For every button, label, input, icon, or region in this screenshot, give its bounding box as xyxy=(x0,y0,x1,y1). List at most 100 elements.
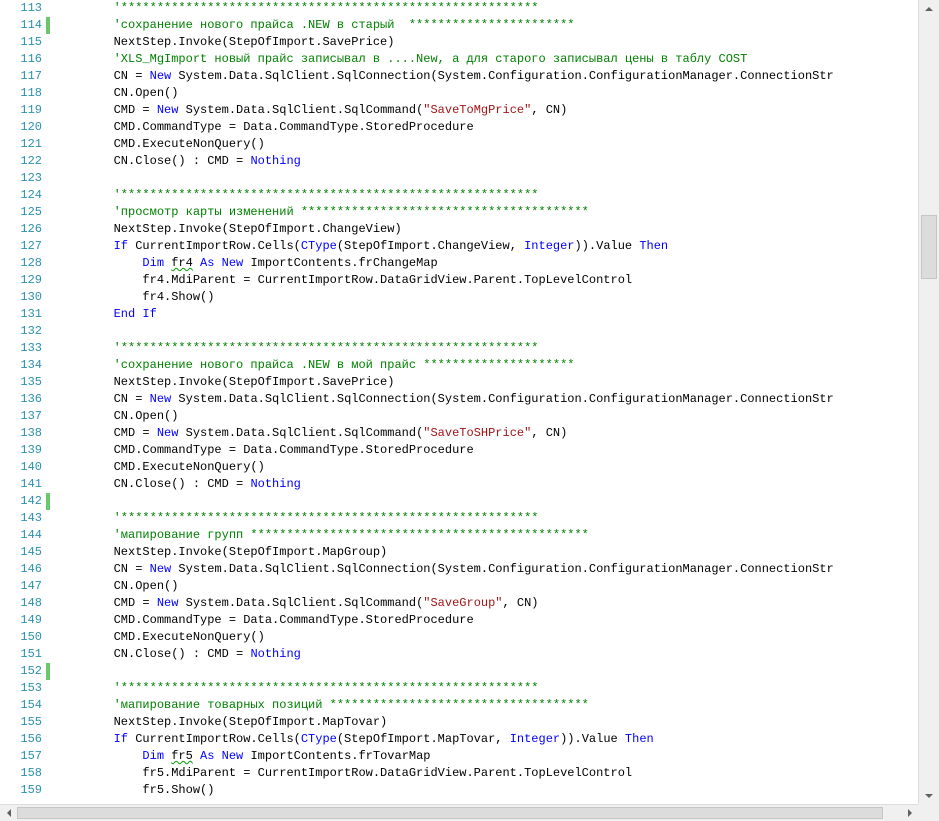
code-line[interactable]: 143 '***********************************… xyxy=(0,510,918,527)
code-line[interactable]: 131 End If xyxy=(0,306,918,323)
code-line[interactable]: 141 CN.Close() : CMD = Nothing xyxy=(0,476,918,493)
code-line[interactable]: 139 CMD.CommandType = Data.CommandType.S… xyxy=(0,442,918,459)
code-line[interactable]: 133 '***********************************… xyxy=(0,340,918,357)
code-text[interactable]: fr4.MdiParent = CurrentImportRow.DataGri… xyxy=(56,272,632,289)
code-text[interactable]: CMD.CommandType = Data.CommandType.Store… xyxy=(56,442,474,459)
code-line[interactable]: 136 CN = New System.Data.SqlClient.SqlCo… xyxy=(0,391,918,408)
code-text[interactable]: 'XLS_MgImport новый прайс записывал в ..… xyxy=(56,51,748,68)
code-line[interactable]: 150 CMD.ExecuteNonQuery() xyxy=(0,629,918,646)
code-line[interactable]: 140 CMD.ExecuteNonQuery() xyxy=(0,459,918,476)
code-text[interactable]: fr5.MdiParent = CurrentImportRow.DataGri… xyxy=(56,765,632,782)
code-line[interactable]: 125 'просмотр карты изменений **********… xyxy=(0,204,918,221)
code-text[interactable]: '***************************************… xyxy=(56,680,539,697)
code-text[interactable]: CN = New System.Data.SqlClient.SqlConnec… xyxy=(56,561,834,578)
horizontal-scrollbar[interactable] xyxy=(0,804,918,821)
code-text[interactable]: 'сохранение нового прайса .NEW в старый … xyxy=(56,17,575,34)
scroll-down-button[interactable] xyxy=(919,787,939,804)
code-text[interactable]: CMD.CommandType = Data.CommandType.Store… xyxy=(56,612,474,629)
code-line[interactable]: 152 xyxy=(0,663,918,680)
code-line[interactable]: 156 If CurrentImportRow.Cells(CType(Step… xyxy=(0,731,918,748)
code-text[interactable]: CMD = New System.Data.SqlClient.SqlComma… xyxy=(56,595,539,612)
code-line[interactable]: 123 xyxy=(0,170,918,187)
code-line[interactable]: 128 Dim fr4 As New ImportContents.frChan… xyxy=(0,255,918,272)
code-line[interactable]: 116 'XLS_MgImport новый прайс записывал … xyxy=(0,51,918,68)
code-line[interactable]: 118 CN.Open() xyxy=(0,85,918,102)
code-line[interactable]: 149 CMD.CommandType = Data.CommandType.S… xyxy=(0,612,918,629)
code-text[interactable]: fr5.Show() xyxy=(56,782,214,799)
code-line[interactable]: 159 fr5.Show() xyxy=(0,782,918,799)
code-line[interactable]: 115 NextStep.Invoke(StepOfImport.SavePri… xyxy=(0,34,918,51)
code-text[interactable]: CN = New System.Data.SqlClient.SqlConnec… xyxy=(56,68,834,85)
code-lines[interactable]: 113 '***********************************… xyxy=(0,0,918,799)
code-text[interactable]: NextStep.Invoke(StepOfImport.SavePrice) xyxy=(56,34,395,51)
code-text[interactable]: CN.Close() : CMD = Nothing xyxy=(56,476,301,493)
code-line[interactable]: 146 CN = New System.Data.SqlClient.SqlCo… xyxy=(0,561,918,578)
code-line[interactable]: 158 fr5.MdiParent = CurrentImportRow.Dat… xyxy=(0,765,918,782)
code-line[interactable]: 121 CMD.ExecuteNonQuery() xyxy=(0,136,918,153)
code-text[interactable]: CMD = New System.Data.SqlClient.SqlComma… xyxy=(56,425,568,442)
code-line[interactable]: 154 'мапирование товарных позиций ******… xyxy=(0,697,918,714)
code-text[interactable]: CN.Open() xyxy=(56,85,179,102)
code-text[interactable]: 'мапирование групп *********************… xyxy=(56,527,589,544)
code-text[interactable]: CN.Close() : CMD = Nothing xyxy=(56,646,301,663)
code-line[interactable]: 155 NextStep.Invoke(StepOfImport.MapTova… xyxy=(0,714,918,731)
scroll-left-button[interactable] xyxy=(0,805,17,821)
code-line[interactable]: 113 '***********************************… xyxy=(0,0,918,17)
code-text[interactable]: CMD.CommandType = Data.CommandType.Store… xyxy=(56,119,474,136)
code-line[interactable]: 126 NextStep.Invoke(StepOfImport.ChangeV… xyxy=(0,221,918,238)
code-text[interactable]: CN = New System.Data.SqlClient.SqlConnec… xyxy=(56,391,834,408)
code-line[interactable]: 153 '***********************************… xyxy=(0,680,918,697)
vertical-scroll-thumb[interactable] xyxy=(921,214,937,279)
scroll-up-button[interactable] xyxy=(919,0,939,17)
scroll-right-button[interactable] xyxy=(901,805,918,821)
code-line[interactable]: 127 If CurrentImportRow.Cells(CType(Step… xyxy=(0,238,918,255)
code-text[interactable]: fr4.Show() xyxy=(56,289,214,306)
horizontal-scroll-thumb[interactable] xyxy=(17,807,883,819)
code-line[interactable]: 142 xyxy=(0,493,918,510)
code-text[interactable]: CMD.ExecuteNonQuery() xyxy=(56,629,265,646)
code-text[interactable]: CN.Open() xyxy=(56,578,179,595)
code-line[interactable]: 134 'сохранение нового прайса .NEW в мой… xyxy=(0,357,918,374)
code-text[interactable]: 'просмотр карты изменений **************… xyxy=(56,204,589,221)
code-text[interactable]: NextStep.Invoke(StepOfImport.ChangeView) xyxy=(56,221,402,238)
code-line[interactable]: 117 CN = New System.Data.SqlClient.SqlCo… xyxy=(0,68,918,85)
code-line[interactable]: 129 fr4.MdiParent = CurrentImportRow.Dat… xyxy=(0,272,918,289)
code-text[interactable]: '***************************************… xyxy=(56,510,539,527)
code-text[interactable]: CN.Open() xyxy=(56,408,179,425)
code-text[interactable]: CMD.ExecuteNonQuery() xyxy=(56,459,265,476)
code-text[interactable]: NextStep.Invoke(StepOfImport.MapTovar) xyxy=(56,714,388,731)
code-line[interactable]: 151 CN.Close() : CMD = Nothing xyxy=(0,646,918,663)
code-line[interactable]: 130 fr4.Show() xyxy=(0,289,918,306)
code-text[interactable]: End If xyxy=(56,306,157,323)
code-text[interactable]: CMD = New System.Data.SqlClient.SqlComma… xyxy=(56,102,568,119)
code-text[interactable]: '***************************************… xyxy=(56,0,539,17)
code-line[interactable]: 119 CMD = New System.Data.SqlClient.SqlC… xyxy=(0,102,918,119)
code-text[interactable]: NextStep.Invoke(StepOfImport.SavePrice) xyxy=(56,374,395,391)
code-text[interactable]: CN.Close() : CMD = Nothing xyxy=(56,153,301,170)
code-line[interactable]: 132 xyxy=(0,323,918,340)
code-text[interactable]: Dim fr5 As New ImportContents.frTovarMap xyxy=(56,748,430,765)
code-line[interactable]: 124 '***********************************… xyxy=(0,187,918,204)
code-editor[interactable]: 113 '***********************************… xyxy=(0,0,918,804)
vertical-scrollbar[interactable] xyxy=(918,0,939,804)
code-line[interactable]: 122 CN.Close() : CMD = Nothing xyxy=(0,153,918,170)
code-line[interactable]: 137 CN.Open() xyxy=(0,408,918,425)
code-line[interactable]: 148 CMD = New System.Data.SqlClient.SqlC… xyxy=(0,595,918,612)
code-line[interactable]: 120 CMD.CommandType = Data.CommandType.S… xyxy=(0,119,918,136)
code-line[interactable]: 144 'мапирование групп *****************… xyxy=(0,527,918,544)
code-line[interactable]: 135 NextStep.Invoke(StepOfImport.SavePri… xyxy=(0,374,918,391)
code-text[interactable]: NextStep.Invoke(StepOfImport.MapGroup) xyxy=(56,544,388,561)
code-line[interactable]: 157 Dim fr5 As New ImportContents.frTova… xyxy=(0,748,918,765)
code-line[interactable]: 147 CN.Open() xyxy=(0,578,918,595)
code-line[interactable]: 114 'сохранение нового прайса .NEW в ста… xyxy=(0,17,918,34)
code-text[interactable]: Dim fr4 As New ImportContents.frChangeMa… xyxy=(56,255,437,272)
code-text[interactable]: '***************************************… xyxy=(56,340,539,357)
code-line[interactable]: 145 NextStep.Invoke(StepOfImport.MapGrou… xyxy=(0,544,918,561)
code-text[interactable]: '***************************************… xyxy=(56,187,539,204)
code-text[interactable]: If CurrentImportRow.Cells(CType(StepOfIm… xyxy=(56,238,669,255)
code-text[interactable]: 'сохранение нового прайса .NEW в мой пра… xyxy=(56,357,575,374)
code-text[interactable]: If CurrentImportRow.Cells(CType(StepOfIm… xyxy=(56,731,654,748)
code-line[interactable]: 138 CMD = New System.Data.SqlClient.SqlC… xyxy=(0,425,918,442)
code-text[interactable]: 'мапирование товарных позиций **********… xyxy=(56,697,589,714)
code-text[interactable]: CMD.ExecuteNonQuery() xyxy=(56,136,265,153)
